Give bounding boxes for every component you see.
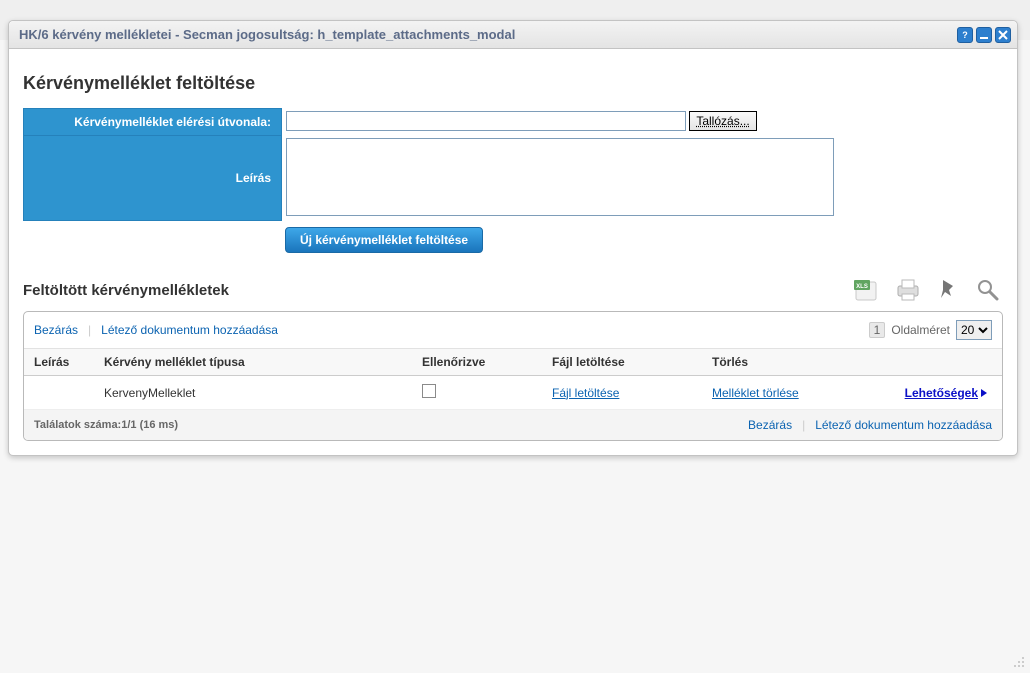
plus-arrow-icon <box>980 388 988 398</box>
help-icon: ? <box>960 30 970 40</box>
modal-titlebar: HK/6 kérvény mellékletei - Secman jogosu… <box>9 21 1017 49</box>
modal-window: HK/6 kérvény mellékletei - Secman jogosu… <box>8 20 1018 456</box>
upload-button[interactable]: Új kérvénymelléklet feltöltése <box>285 227 483 253</box>
minimize-button[interactable] <box>976 27 992 43</box>
svg-text:?: ? <box>962 30 968 40</box>
resize-handle[interactable] <box>1010 653 1024 667</box>
col-checked[interactable]: Ellenőrizve <box>412 349 542 376</box>
modal-title: HK/6 kérvény mellékletei - Secman jogosu… <box>19 27 957 42</box>
close-link-bottom[interactable]: Bezárás <box>748 418 792 432</box>
delete-link[interactable]: Melléklet törlése <box>712 386 799 400</box>
search-button[interactable] <box>973 275 1003 305</box>
close-link-top[interactable]: Bezárás <box>34 323 78 337</box>
cell-type: KervenyMelleklet <box>94 376 412 410</box>
description-textarea[interactable] <box>286 138 834 216</box>
checked-checkbox[interactable] <box>422 384 436 398</box>
path-input[interactable] <box>286 111 686 131</box>
pin-icon <box>937 278 959 302</box>
upload-heading: Kérvénymelléklet feltöltése <box>23 73 1003 94</box>
help-button[interactable]: ? <box>957 27 973 43</box>
close-icon <box>998 30 1008 40</box>
pagesize-select[interactable]: 20 <box>956 320 992 340</box>
add-existing-link-bottom[interactable]: Létező dokumentum hozzáadása <box>815 418 992 432</box>
uploaded-heading: Feltöltött kérvénymellékletek <box>23 282 229 299</box>
results-count: Találatok száma:1/1 (16 ms) <box>34 419 178 431</box>
col-desc[interactable]: Leírás <box>24 349 94 376</box>
col-type[interactable]: Kérvény melléklet típusa <box>94 349 412 376</box>
printer-icon <box>895 278 921 302</box>
col-download[interactable]: Fájl letöltése <box>542 349 702 376</box>
browse-button[interactable]: Tallózás... <box>689 111 756 131</box>
table-row: KervenyMelleklet Fájl letöltése Mellékle… <box>24 376 1002 410</box>
path-label: Kérvénymelléklet elérési útvonala: <box>24 109 282 136</box>
attachments-grid: Bezárás | Létező dokumentum hozzáadása 1… <box>23 311 1003 441</box>
options-link[interactable]: Lehetőségek <box>905 386 988 400</box>
xls-icon: XLS <box>854 278 882 302</box>
col-delete[interactable]: Törlés <box>702 349 872 376</box>
svg-text:XLS: XLS <box>856 284 868 290</box>
cell-desc <box>24 376 94 410</box>
minimize-icon <box>979 30 989 40</box>
pin-button[interactable] <box>933 275 963 305</box>
close-button[interactable] <box>995 27 1011 43</box>
description-label: Leírás <box>24 136 282 221</box>
add-existing-link-top[interactable]: Létező dokumentum hozzáadása <box>101 323 278 337</box>
pagesize-label: Oldalméret <box>891 323 950 337</box>
export-xls-button[interactable]: XLS <box>853 275 883 305</box>
download-link[interactable]: Fájl letöltése <box>552 386 619 400</box>
print-button[interactable] <box>893 275 923 305</box>
magnifier-icon <box>976 278 1000 302</box>
page-number: 1 <box>869 322 886 338</box>
